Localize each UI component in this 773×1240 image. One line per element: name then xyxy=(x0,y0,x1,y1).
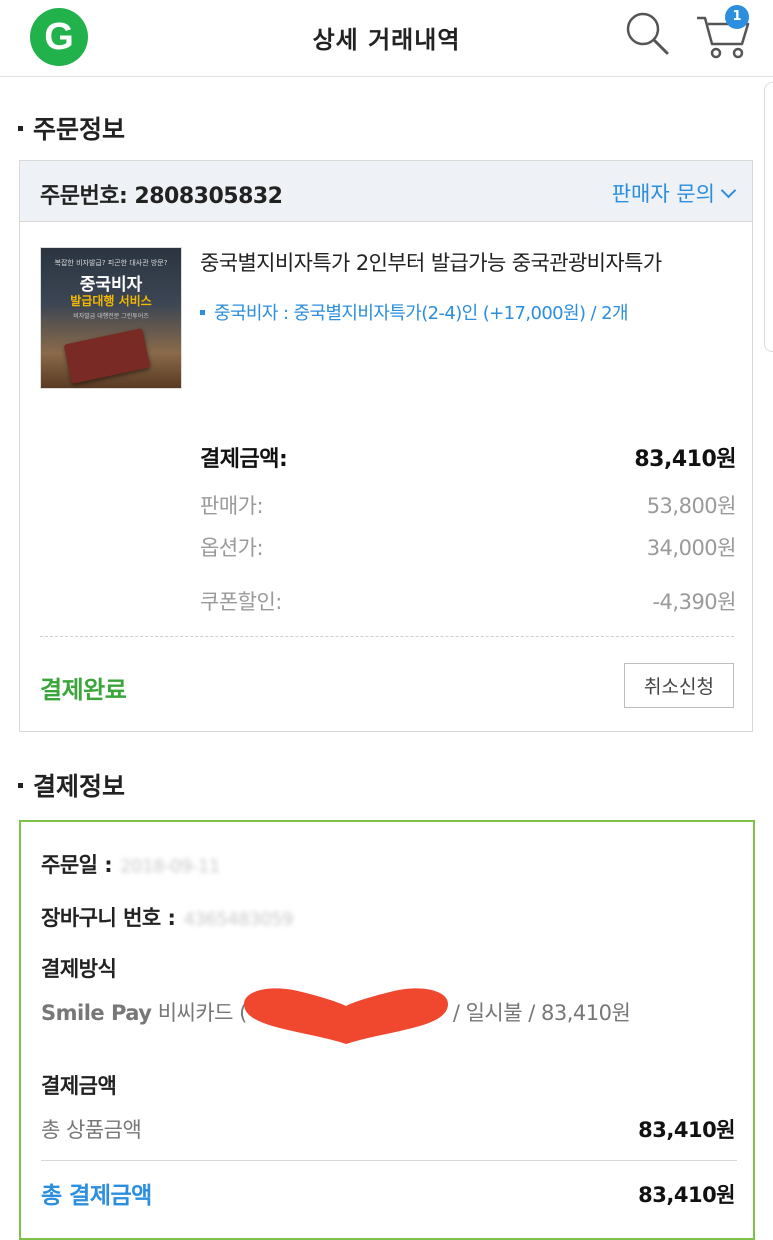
seller-inquiry-label: 판매자 문의 xyxy=(611,182,715,206)
total-product-label: 총 상품금액 xyxy=(41,1118,142,1142)
thumbnail-subtitle: 발급대행 서비스 xyxy=(70,294,152,308)
order-section-label: 주문정보 xyxy=(33,115,126,144)
order-date-value: 2018-09-11 xyxy=(120,856,220,877)
option-price-label: 옵션가: xyxy=(200,536,264,560)
payment-card: 주문일 : 2018-09-11 장바구니 번호 : 4365483059 결제방식… xyxy=(19,820,755,1240)
order-status: 결제완료 xyxy=(40,676,127,704)
cart-count-badge: 1 xyxy=(725,5,749,29)
cart-number-value: 4365483059 xyxy=(183,909,293,930)
payment-method-tail: / 일시불 / 83,410원 xyxy=(452,1001,631,1025)
app-header: G 상세 거래내역 1 xyxy=(0,0,773,77)
product-thumbnail[interactable]: 복잡한 비자발급? 피곤한 대사관 방문? 중국비자 발급대행 서비스 비자발급… xyxy=(40,247,182,389)
payment-section-title: 결제정보 xyxy=(18,767,125,803)
heart-redaction xyxy=(244,988,448,1044)
option-price-value: 34,000원 xyxy=(646,536,737,560)
product-name[interactable]: 중국별지비자특가 2인부터 발급가능 중국관광비자특가 xyxy=(200,247,662,277)
scrollbar[interactable] xyxy=(764,82,773,352)
total-payment-value: 83,410원 xyxy=(638,1183,735,1207)
order-section-title: 주문정보 xyxy=(18,110,125,146)
order-card-header: 주문번호: 2808305832 판매자 문의 xyxy=(20,161,752,222)
product-option-text: 중국비자 : 중국별지비자특가(2-4)인 (+17,000원) / 2개 xyxy=(214,303,629,324)
payment-amount-value: 83,410원 xyxy=(634,447,736,472)
search-icon[interactable] xyxy=(624,10,670,56)
cancel-request-button[interactable]: 취소신청 xyxy=(624,663,734,708)
total-product-value: 83,410원 xyxy=(638,1118,735,1142)
order-date-row: 주문일 : 2018-09-11 xyxy=(41,849,220,879)
order-card: 주문번호: 2808305832 판매자 문의 복잡한 비자발급? 피곤한 대사… xyxy=(19,160,753,732)
sale-price-label: 판매가: xyxy=(200,494,264,518)
amount-section-label-text: 결제금액 xyxy=(41,1074,117,1098)
sale-price-value: 53,800원 xyxy=(646,494,737,518)
coupon-value: -4,390원 xyxy=(652,590,736,614)
cart-number-label: 장바구니 번호 : xyxy=(41,906,176,930)
passport-image xyxy=(63,328,151,384)
bullet xyxy=(18,125,23,131)
coupon-label: 쿠폰할인: xyxy=(200,590,282,614)
payment-method-label-text: 결제방식 xyxy=(41,957,117,981)
smile-pay-brand: Smile Pay xyxy=(41,1001,152,1025)
thumbnail-footnote: 비자발급 대행전문 그린투어즈 xyxy=(73,313,149,320)
payment-method-label: 결제방식 xyxy=(41,953,117,983)
card-name: 비씨카드 ( xyxy=(157,1001,248,1025)
order-number: 주문번호: 2808305832 xyxy=(40,184,283,209)
seller-inquiry-link[interactable]: 판매자 문의 xyxy=(611,178,737,208)
bullet xyxy=(200,309,205,315)
chevron-down-icon xyxy=(720,182,737,199)
payment-amount-label: 결제금액: xyxy=(200,447,288,472)
divider xyxy=(40,636,734,637)
thumbnail-small-text: 복잡한 비자발급? 피곤한 대사관 방문? xyxy=(54,259,168,267)
bullet xyxy=(18,782,23,788)
amount-section-label: 결제금액 xyxy=(41,1070,117,1100)
order-date-label: 주문일 : xyxy=(41,853,113,877)
cart-number-row: 장바구니 번호 : 4365483059 xyxy=(41,902,293,932)
product-option: 중국비자 : 중국별지비자특가(2-4)인 (+17,000원) / 2개 xyxy=(200,299,629,325)
payment-section-label: 결제정보 xyxy=(33,772,126,801)
total-payment-label: 총 결제금액 xyxy=(41,1183,152,1209)
divider xyxy=(41,1160,737,1161)
